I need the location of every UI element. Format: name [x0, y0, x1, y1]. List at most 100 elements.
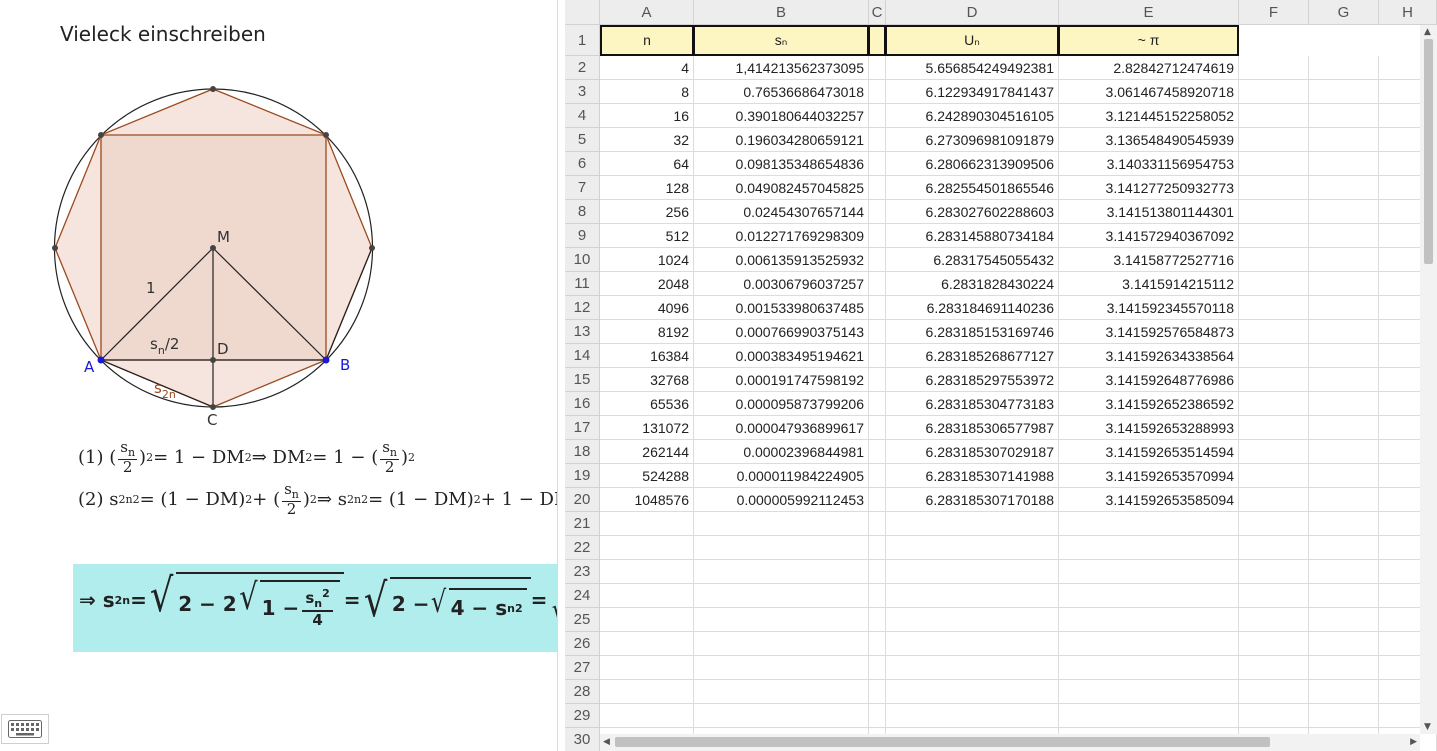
table-cell[interactable]: 3.141592653514594: [1059, 440, 1239, 464]
table-cell[interactable]: 6.283185268677127: [886, 344, 1059, 368]
table-cell[interactable]: 16: [600, 104, 694, 128]
table-cell[interactable]: [1239, 248, 1309, 272]
table-cell[interactable]: [1239, 392, 1309, 416]
table-cell[interactable]: 0.000766990375143: [694, 320, 869, 344]
table-cell[interactable]: 5.656854249492381: [886, 56, 1059, 80]
table-cell[interactable]: [1239, 488, 1309, 512]
table-cell[interactable]: 32: [600, 128, 694, 152]
table-cell[interactable]: 3.141592652386592: [1059, 392, 1239, 416]
table-cell[interactable]: [1309, 560, 1379, 584]
table-cell[interactable]: [1309, 440, 1379, 464]
table-cell[interactable]: [1239, 128, 1309, 152]
horizontal-scroll-thumb[interactable]: [615, 737, 1270, 747]
table-cell[interactable]: [1239, 512, 1309, 536]
table-cell[interactable]: 0.098135348654836: [694, 152, 869, 176]
vertical-scrollbar[interactable]: ▲ ▼: [1420, 25, 1437, 734]
table-cell[interactable]: 0.000383495194621: [694, 344, 869, 368]
row-header[interactable]: 14: [565, 344, 600, 368]
table-cell[interactable]: [1309, 416, 1379, 440]
table-cell[interactable]: 3.140331156954753: [1059, 152, 1239, 176]
row-header[interactable]: 28: [565, 680, 600, 704]
table-cell[interactable]: [869, 704, 886, 728]
row-header[interactable]: 7: [565, 176, 600, 200]
table-cell[interactable]: 4096: [600, 296, 694, 320]
table-cell[interactable]: 3.141592345570118: [1059, 296, 1239, 320]
table-cell[interactable]: [869, 176, 886, 200]
table-cell[interactable]: [1059, 656, 1239, 680]
table-cell[interactable]: [1239, 296, 1309, 320]
table-cell[interactable]: 6.283145880734184: [886, 224, 1059, 248]
row-header[interactable]: 24: [565, 584, 600, 608]
row-header[interactable]: 10: [565, 248, 600, 272]
table-cell[interactable]: [886, 704, 1059, 728]
scroll-up-icon[interactable]: ▲: [1424, 27, 1431, 37]
table-cell[interactable]: [600, 680, 694, 704]
table-cell[interactable]: 0.006135913525932: [694, 248, 869, 272]
table-cell[interactable]: [869, 488, 886, 512]
table-cell[interactable]: [869, 200, 886, 224]
table-cell[interactable]: [1309, 704, 1379, 728]
table-cell[interactable]: [869, 416, 886, 440]
table-cell[interactable]: 6.283185307170188: [886, 488, 1059, 512]
row-header[interactable]: 8: [565, 200, 600, 224]
table-cell[interactable]: [1239, 560, 1309, 584]
table-cell[interactable]: [869, 152, 886, 176]
row-header[interactable]: 19: [565, 464, 600, 488]
table-cell[interactable]: [869, 320, 886, 344]
table-cell[interactable]: [1309, 392, 1379, 416]
table-cell[interactable]: [1239, 80, 1309, 104]
table-cell[interactable]: [1309, 152, 1379, 176]
table-cell[interactable]: [600, 536, 694, 560]
row-header[interactable]: 4: [565, 104, 600, 128]
table-cell[interactable]: [1309, 584, 1379, 608]
table-cell[interactable]: [869, 656, 886, 680]
table-cell[interactable]: 4: [600, 56, 694, 80]
table-cell[interactable]: 256: [600, 200, 694, 224]
table-cell[interactable]: [1309, 368, 1379, 392]
table-cell[interactable]: [886, 656, 1059, 680]
table-cell[interactable]: [600, 704, 694, 728]
table-cell[interactable]: [1239, 152, 1309, 176]
row-header[interactable]: 18: [565, 440, 600, 464]
row-header[interactable]: 12: [565, 296, 600, 320]
table-cell[interactable]: [1239, 368, 1309, 392]
table-cell[interactable]: [1239, 56, 1309, 80]
table-cell[interactable]: [869, 392, 886, 416]
virtual-keyboard-button[interactable]: [1, 714, 49, 744]
table-cell[interactable]: [1239, 656, 1309, 680]
table-cell[interactable]: 6.122934917841437: [886, 80, 1059, 104]
row-header[interactable]: 5: [565, 128, 600, 152]
row-header[interactable]: 9: [565, 224, 600, 248]
table-cell[interactable]: [1309, 176, 1379, 200]
table-cell[interactable]: [869, 272, 886, 296]
table-cell[interactable]: 3.121445152258052: [1059, 104, 1239, 128]
table-cell[interactable]: [1239, 440, 1309, 464]
row-header[interactable]: 20: [565, 488, 600, 512]
row-header[interactable]: 30: [565, 728, 600, 751]
table-cell[interactable]: [1239, 176, 1309, 200]
table-cell[interactable]: 262144: [600, 440, 694, 464]
table-cell[interactable]: 3.1415914215112: [1059, 272, 1239, 296]
row-header[interactable]: 26: [565, 632, 600, 656]
table-cell[interactable]: 0.000095873799206: [694, 392, 869, 416]
table-cell[interactable]: 1024: [600, 248, 694, 272]
table-cell[interactable]: 6.242890304516105: [886, 104, 1059, 128]
table-cell[interactable]: [869, 56, 886, 80]
table-cell[interactable]: [869, 368, 886, 392]
table-cell[interactable]: 3.141277250932773: [1059, 176, 1239, 200]
table-cell[interactable]: [1239, 632, 1309, 656]
geometry-construction[interactable]: M D C A B 1 sn/2 s2n: [0, 0, 557, 440]
table-cell[interactable]: [1239, 224, 1309, 248]
row-header[interactable]: 17: [565, 416, 600, 440]
table-cell[interactable]: [694, 632, 869, 656]
table-cell[interactable]: [886, 512, 1059, 536]
column-header-f[interactable]: F: [1239, 0, 1309, 25]
column-header-a[interactable]: A: [600, 0, 694, 25]
table-cell[interactable]: 0.001533980637485: [694, 296, 869, 320]
scroll-down-icon[interactable]: ▼: [1424, 722, 1431, 732]
table-cell[interactable]: 524288: [600, 464, 694, 488]
table-cell[interactable]: 3.141513801144301: [1059, 200, 1239, 224]
table-cell[interactable]: [1309, 512, 1379, 536]
table-cell[interactable]: [1309, 200, 1379, 224]
table-cell[interactable]: 128: [600, 176, 694, 200]
